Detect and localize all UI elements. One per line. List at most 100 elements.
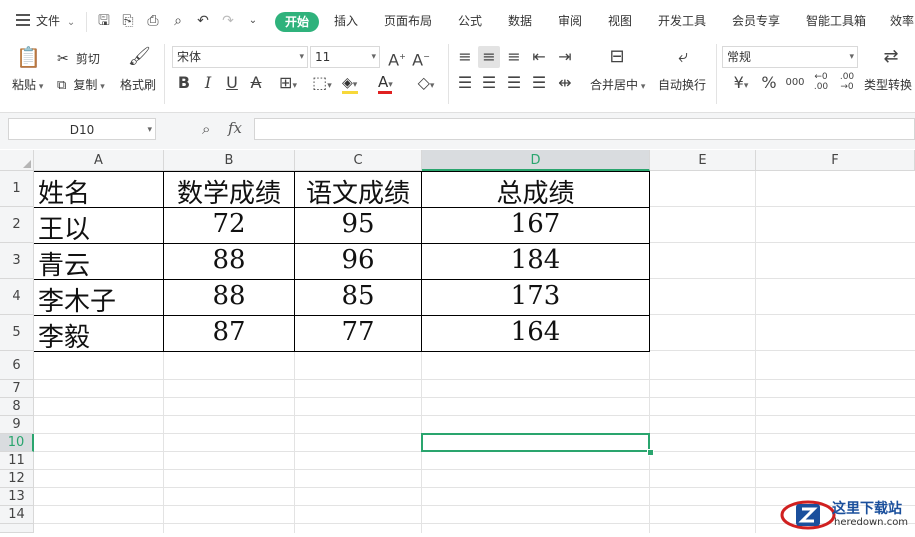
cell-c3[interactable]: 96 bbox=[295, 245, 421, 275]
cell-d5[interactable]: 164 bbox=[422, 317, 649, 347]
customize-quick-access-icon[interactable]: ⌄ bbox=[245, 13, 261, 29]
undo-icon[interactable]: ↶ bbox=[195, 13, 211, 29]
wrap-text-button[interactable]: 自动换行 bbox=[658, 76, 706, 93]
wrap-text-icon[interactable]: ⤶ bbox=[670, 48, 696, 66]
cell-b2[interactable]: 72 bbox=[164, 209, 294, 239]
cut-button[interactable]: ✂ 剪切 bbox=[57, 48, 100, 67]
copy-button[interactable]: ⧉ 复制 ▾ bbox=[57, 74, 105, 93]
thousands-separator-button[interactable]: 000 bbox=[784, 74, 806, 92]
tab-home[interactable]: 开始 bbox=[275, 12, 320, 32]
cell-a1[interactable]: 姓名 bbox=[38, 173, 90, 210]
justify-icon[interactable]: ☰ bbox=[530, 74, 548, 92]
cell-c4[interactable]: 85 bbox=[295, 281, 421, 311]
tab-page-layout[interactable]: 页面布局 bbox=[384, 12, 432, 29]
column-header-d[interactable]: D bbox=[422, 150, 650, 171]
currency-button[interactable]: ¥▾ bbox=[728, 74, 754, 95]
cell-a2[interactable]: 王以 bbox=[38, 209, 90, 246]
print-icon[interactable]: ⎙ bbox=[145, 13, 161, 29]
decrease-font-icon[interactable]: A− bbox=[412, 48, 430, 69]
row-header[interactable]: 8 bbox=[0, 398, 34, 416]
merge-center-icon[interactable]: ⊟ bbox=[604, 48, 630, 66]
zoom-formula-icon[interactable]: ⌕ bbox=[202, 120, 210, 138]
bold-button[interactable]: B bbox=[176, 74, 192, 92]
paste-button[interactable]: 粘贴 ▾ bbox=[12, 76, 43, 93]
row-header[interactable]: 2 bbox=[0, 207, 34, 243]
row-header[interactable] bbox=[0, 524, 34, 533]
column-header-a[interactable]: A bbox=[34, 150, 164, 171]
borders-icon[interactable]: ⊞▾ bbox=[274, 74, 302, 95]
column-header-c[interactable]: C bbox=[295, 150, 422, 171]
save-icon[interactable]: 🖫 bbox=[96, 13, 112, 29]
row-header[interactable]: 3 bbox=[0, 243, 34, 279]
align-top-icon[interactable]: ≡ bbox=[456, 48, 474, 66]
cell-b4[interactable]: 88 bbox=[164, 281, 294, 311]
row-header[interactable]: 10 bbox=[0, 434, 34, 452]
align-left-icon[interactable]: ☰ bbox=[456, 74, 474, 92]
increase-indent-icon[interactable]: ⇥ bbox=[556, 48, 574, 66]
tab-member[interactable]: 会员专享 bbox=[732, 12, 780, 29]
align-bottom-icon[interactable]: ≡ bbox=[505, 48, 523, 66]
cell-b3[interactable]: 88 bbox=[164, 245, 294, 275]
fill-color-button[interactable]: ◈▾ bbox=[342, 72, 372, 94]
type-convert-button[interactable]: 类型转换 bbox=[864, 76, 912, 93]
number-format-select[interactable]: 常规 ▾ bbox=[722, 46, 858, 68]
cell-a5[interactable]: 李毅 bbox=[38, 317, 90, 354]
column-header-b[interactable]: B bbox=[164, 150, 295, 171]
percent-button[interactable]: % bbox=[760, 74, 778, 92]
cell-b5[interactable]: 87 bbox=[164, 317, 294, 347]
row-header[interactable]: 14 bbox=[0, 506, 34, 524]
increase-font-icon[interactable]: A+ bbox=[388, 48, 406, 69]
cell-d1[interactable]: 总成绩 bbox=[422, 173, 649, 210]
cell-d3[interactable]: 184 bbox=[422, 245, 649, 275]
merge-center-button[interactable]: 合并居中 ▾ bbox=[590, 76, 645, 93]
tab-insert[interactable]: 插入 bbox=[334, 12, 358, 29]
font-name-select[interactable]: 宋体 ▾ bbox=[172, 46, 308, 68]
row-header[interactable]: 7 bbox=[0, 380, 34, 398]
tab-review[interactable]: 审阅 bbox=[558, 12, 582, 29]
row-header[interactable]: 13 bbox=[0, 488, 34, 506]
font-size-select[interactable]: 11 ▾ bbox=[310, 46, 380, 68]
row-header[interactable]: 5 bbox=[0, 315, 34, 351]
row-header[interactable]: 11 bbox=[0, 452, 34, 470]
increase-decimal-icon[interactable]: ←0.00 bbox=[810, 72, 832, 92]
insert-function-button[interactable]: fx bbox=[228, 119, 242, 137]
name-box[interactable]: D10 ▾ bbox=[8, 118, 156, 140]
distributed-icon[interactable]: ⇹ bbox=[556, 74, 574, 92]
cell-b1[interactable]: 数学成绩 bbox=[164, 173, 294, 210]
row-header[interactable]: 6 bbox=[0, 351, 34, 380]
cell-a3[interactable]: 青云 bbox=[38, 245, 90, 282]
format-painter-button[interactable]: 格式刷 bbox=[120, 76, 156, 93]
tab-efficiency[interactable]: 效率 bbox=[890, 12, 914, 29]
row-header[interactable]: 4 bbox=[0, 279, 34, 315]
paste-icon[interactable]: 📋 bbox=[16, 47, 41, 67]
font-color-button[interactable]: A▾ bbox=[378, 72, 408, 94]
print-preview-icon[interactable]: ⌕ bbox=[170, 13, 186, 29]
strikethrough-icon[interactable]: A bbox=[248, 74, 264, 92]
italic-button[interactable]: I bbox=[200, 74, 216, 92]
align-right-icon[interactable]: ☰ bbox=[505, 74, 523, 92]
format-painter-icon[interactable]: 🖌 bbox=[128, 48, 151, 66]
select-all-corner[interactable] bbox=[0, 150, 34, 171]
file-menu[interactable]: 文件 ⌄ bbox=[36, 12, 75, 29]
cell-a4[interactable]: 李木子 bbox=[38, 281, 116, 318]
align-middle-icon[interactable]: ≡ bbox=[478, 46, 500, 68]
export-pdf-icon[interactable]: ⎘ bbox=[120, 13, 136, 29]
tab-smart-toolbox[interactable]: 智能工具箱 bbox=[806, 12, 866, 29]
column-header-e[interactable]: E bbox=[650, 150, 756, 171]
fill-handle[interactable] bbox=[647, 449, 654, 456]
tab-view[interactable]: 视图 bbox=[608, 12, 632, 29]
cell-c1[interactable]: 语文成绩 bbox=[295, 173, 421, 210]
tab-formulas[interactable]: 公式 bbox=[458, 12, 482, 29]
decrease-decimal-icon[interactable]: .00 →0 bbox=[836, 72, 858, 92]
align-center-icon[interactable]: ☰ bbox=[480, 74, 498, 92]
hamburger-icon[interactable] bbox=[16, 14, 30, 26]
formula-input[interactable] bbox=[254, 118, 915, 140]
selected-cell-d10[interactable] bbox=[421, 433, 650, 452]
tab-data[interactable]: 数据 bbox=[508, 12, 532, 29]
column-header-f[interactable]: F bbox=[756, 150, 915, 171]
redo-icon[interactable]: ↷ bbox=[220, 13, 236, 29]
underline-button[interactable]: U bbox=[224, 74, 240, 92]
cell-d4[interactable]: 173 bbox=[422, 281, 649, 311]
row-header[interactable]: 12 bbox=[0, 470, 34, 488]
clear-format-icon[interactable]: ◇▾ bbox=[412, 74, 440, 95]
